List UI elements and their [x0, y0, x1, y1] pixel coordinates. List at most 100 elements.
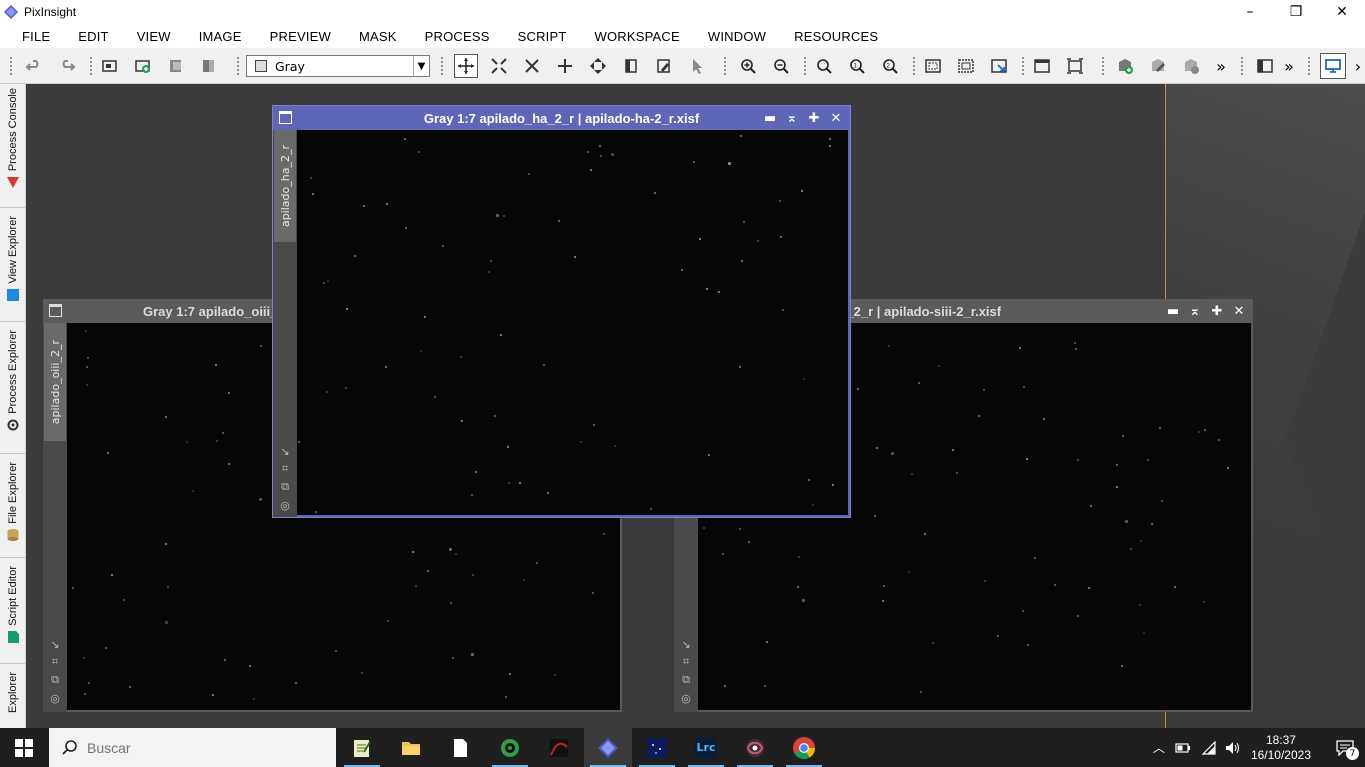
fit-view-icon[interactable]	[488, 55, 510, 77]
menu-mask[interactable]: MASK	[345, 29, 411, 44]
menu-window[interactable]: WINDOW	[694, 29, 780, 44]
view-id-tab[interactable]: apilado_oiii_2_r	[44, 323, 66, 441]
taskbar-app-red[interactable]	[535, 728, 583, 767]
new-image-icon[interactable]	[132, 55, 154, 77]
menu-resources[interactable]: RESOURCES	[780, 29, 892, 44]
image-canvas[interactable]	[297, 130, 848, 515]
zoom-1-1-icon[interactable]: 1	[846, 55, 868, 77]
redo-icon[interactable]	[56, 55, 78, 77]
taskbar-app-pixinsight[interactable]	[584, 728, 632, 767]
image-icon[interactable]	[99, 55, 121, 77]
clock[interactable]: 18:37 16/10/2023	[1251, 733, 1311, 763]
toolbar-grip[interactable]	[1307, 56, 1311, 76]
shrink-icon[interactable]: ↘	[278, 444, 292, 458]
target-icon[interactable]: ◎	[48, 691, 62, 705]
copy-icon[interactable]: ⧉	[278, 480, 292, 494]
extract-icon[interactable]	[198, 55, 220, 77]
new-instance-icon[interactable]	[1114, 55, 1136, 77]
zoom-out-icon[interactable]	[770, 55, 792, 77]
toolbar-grip[interactable]	[912, 56, 916, 76]
move-tool-icon[interactable]	[454, 54, 478, 78]
window-minimize-button[interactable]: ▬	[762, 109, 778, 127]
zoom-fit-icon[interactable]	[813, 55, 835, 77]
battery-icon[interactable]	[1175, 741, 1191, 755]
toolbar-grip[interactable]	[803, 56, 807, 76]
menu-preview[interactable]: PREVIEW	[256, 29, 345, 44]
chevron-down-icon[interactable]: ▼	[413, 56, 429, 76]
dock-tab-process-explorer[interactable]: Process Explorer	[0, 324, 26, 454]
toolbar-grip[interactable]	[1101, 56, 1105, 76]
maximize-button[interactable]: ❐	[1273, 0, 1319, 24]
taskbar-app-chrome[interactable]	[780, 728, 828, 767]
taskbar-app-lightroom[interactable]: Lrc	[682, 728, 730, 767]
menu-view[interactable]: VIEW	[123, 29, 185, 44]
copy-icon[interactable]: ⧉	[48, 673, 62, 687]
menu-image[interactable]: IMAGE	[185, 29, 256, 44]
wifi-icon[interactable]	[1201, 740, 1217, 755]
toolbar-grip[interactable]	[236, 56, 240, 76]
add-instance-icon[interactable]	[1180, 55, 1202, 77]
window-menu-icon[interactable]	[49, 304, 62, 317]
edit-instance-icon[interactable]	[1147, 55, 1169, 77]
monitor-icon[interactable]	[1320, 53, 1346, 79]
menu-process[interactable]: PROCESS	[411, 29, 504, 44]
window-maximize-icon[interactable]	[1064, 55, 1086, 77]
window-arrow-icon[interactable]	[988, 55, 1010, 77]
volume-icon[interactable]	[1225, 741, 1241, 755]
toolbar-grip[interactable]	[9, 56, 13, 76]
window-shade-button[interactable]: ⌅	[1187, 302, 1203, 320]
target-icon[interactable]: ◎	[278, 498, 292, 512]
readout-icon[interactable]	[620, 55, 642, 77]
fit-icon[interactable]: ⌗	[48, 655, 62, 669]
toolbar-grip[interactable]	[1240, 56, 1244, 76]
toolbar-grip[interactable]	[89, 56, 93, 76]
navigate-icon[interactable]	[587, 55, 609, 77]
search-input[interactable]	[87, 739, 307, 756]
toolbar-overflow-1[interactable]: »	[1214, 55, 1228, 77]
target-icon[interactable]: ◎	[679, 691, 693, 705]
copy-icon[interactable]: ⧉	[679, 673, 693, 687]
explorer-panel-icon[interactable]	[1254, 55, 1276, 77]
window-close-button[interactable]: ✕	[828, 109, 844, 127]
taskbar-search[interactable]	[49, 728, 336, 767]
dock-tab-file-explorer[interactable]: File Explorer	[0, 456, 26, 558]
chevron-up-icon[interactable]: ︿	[1153, 739, 1165, 756]
toolbar-grip[interactable]	[723, 56, 727, 76]
pointer-icon[interactable]	[686, 55, 708, 77]
cross-arrows-icon[interactable]	[521, 55, 543, 77]
menu-script[interactable]: SCRIPT	[504, 29, 581, 44]
window-maximize-button[interactable]: ✚	[806, 109, 822, 127]
window-close-button[interactable]: ✕	[1231, 302, 1247, 320]
dock-tab-process-console[interactable]: Process Console	[0, 84, 26, 208]
shrink-icon[interactable]: ↘	[679, 637, 693, 651]
window-shade-button[interactable]: ⌅	[784, 109, 800, 127]
fit-icon[interactable]: ⌗	[679, 655, 693, 669]
window-menu-icon[interactable]	[279, 111, 292, 124]
edit-preview-icon[interactable]	[653, 55, 675, 77]
toolbar-overflow-2[interactable]: »	[1282, 55, 1296, 77]
taskbar-app-green[interactable]	[486, 728, 534, 767]
tile-window-icon[interactable]	[955, 55, 977, 77]
view-id-tab[interactable]: apilado_ha_2_r	[274, 130, 296, 242]
dock-tab-view-explorer[interactable]: View Explorer	[0, 210, 26, 322]
fit-window-icon[interactable]	[922, 55, 944, 77]
dock-tab-explorer[interactable]: Explorer	[0, 666, 26, 728]
window-minimize-button[interactable]: ▬	[1165, 302, 1181, 320]
menu-workspace[interactable]: WORKSPACE	[581, 29, 694, 44]
fit-icon[interactable]: ⌗	[278, 462, 292, 476]
notifications-button[interactable]: 7	[1325, 728, 1365, 767]
pan-icon[interactable]	[554, 55, 576, 77]
toolbar-overflow-3[interactable]: ›	[1352, 55, 1364, 77]
taskbar-app-stars[interactable]	[633, 728, 681, 767]
image-window-ha[interactable]: Gray 1:7 apilado_ha_2_r | apilado-ha-2_r…	[272, 105, 851, 518]
window-maximize-button[interactable]: ✚	[1209, 302, 1225, 320]
undo-icon[interactable]	[23, 55, 45, 77]
taskbar-app-explorer[interactable]	[387, 728, 435, 767]
start-button[interactable]	[0, 728, 48, 767]
taskbar-app-document[interactable]	[436, 728, 484, 767]
menu-file[interactable]: FILE	[8, 29, 64, 44]
colorspace-select[interactable]: Gray ▼	[246, 55, 430, 77]
taskbar-app-galaxy[interactable]	[731, 728, 779, 767]
close-button[interactable]: ✕	[1319, 0, 1365, 24]
zoom-in-icon[interactable]	[737, 55, 759, 77]
